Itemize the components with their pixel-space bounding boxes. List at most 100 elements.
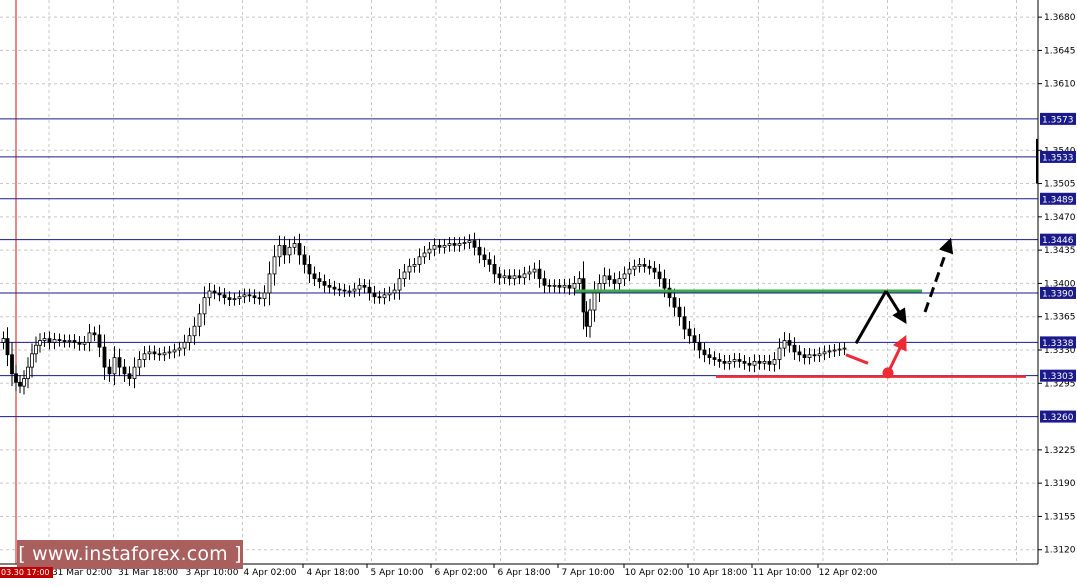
candle-body (727, 361, 732, 364)
candle-body (602, 275, 607, 284)
candle-body (522, 273, 527, 279)
candle-body (22, 378, 26, 387)
price-tick-label: 1.3680 (1044, 13, 1076, 23)
candle-body (427, 248, 432, 254)
price-tick-label: 1.3225 (1044, 446, 1076, 456)
candle-body (257, 297, 262, 300)
candle-body (507, 275, 512, 280)
candle-body (262, 292, 267, 300)
candle-body (652, 267, 657, 273)
candle-body (302, 254, 307, 265)
level-label: 1.3390 (1042, 289, 1074, 299)
candle-body (712, 357, 717, 360)
candle-body (512, 275, 517, 280)
price-tick-label: 1.3505 (1044, 180, 1076, 190)
candle-body (192, 325, 197, 337)
candle-body (737, 359, 742, 362)
candle-body (18, 381, 22, 387)
candle-body (787, 340, 792, 346)
candle-body (822, 351, 827, 355)
candle-body (132, 366, 137, 379)
candle-body (567, 284, 572, 289)
price-tick-label: 1.3190 (1044, 479, 1076, 489)
candle-body (627, 268, 632, 275)
candle-body (607, 275, 612, 281)
candle-body (747, 362, 752, 366)
price-tick-label: 1.3120 (1044, 546, 1076, 556)
candle-body (92, 332, 97, 336)
instaforex-watermark: [ www.instaforex.com ] (17, 540, 243, 569)
candle-body (562, 284, 567, 288)
candle-body (827, 350, 832, 353)
horizontal-levels (0, 118, 1038, 418)
candle-body (207, 290, 212, 299)
candle-body (612, 279, 617, 284)
candle-body (347, 290, 352, 293)
candle-body (437, 244, 442, 248)
candle-body (162, 352, 167, 356)
candle-body (577, 278, 582, 284)
time-tick-label: 12 Apr 02:00 (819, 568, 878, 578)
candle-body (797, 351, 802, 356)
time-tick-label: 10 Apr 18:00 (689, 568, 748, 578)
candle-body (537, 268, 542, 280)
candle-body (237, 296, 242, 300)
candle-body (417, 256, 422, 265)
candle-body (622, 273, 627, 280)
candle-body (222, 294, 227, 299)
candle-body (10, 354, 14, 375)
candle-body (672, 297, 677, 308)
candle-body (642, 264, 647, 267)
candle-body (382, 294, 387, 299)
candle-body (657, 271, 662, 280)
candle-body (352, 288, 357, 292)
candle-body (287, 246, 292, 256)
candle-body (617, 278, 622, 284)
candle-body (581, 278, 586, 313)
candle-body (34, 344, 38, 355)
candle-body (77, 341, 82, 345)
candle-body (584, 311, 589, 327)
candle-body (167, 351, 172, 354)
candle-body (842, 347, 847, 350)
candle-body (247, 294, 252, 297)
candle-body (422, 252, 427, 258)
level-label: 1.3446 (1042, 236, 1074, 246)
candle-body (397, 278, 402, 291)
candle-body (117, 357, 122, 368)
candle-body (482, 254, 487, 261)
candle-body (147, 351, 152, 355)
candle-body (87, 332, 92, 343)
level-label: 1.3573 (1042, 115, 1074, 125)
candle-body (832, 349, 837, 352)
level-label: 1.3303 (1042, 372, 1074, 382)
candle-body (442, 244, 447, 248)
candle-body (588, 309, 592, 327)
time-tick-label: 4 Apr 18:00 (307, 568, 360, 578)
candle-body (372, 292, 377, 298)
candle-body (26, 366, 30, 379)
level-label: 1.3489 (1042, 195, 1074, 205)
candle-body (102, 346, 107, 368)
candle-body (97, 334, 102, 348)
candle-body (38, 340, 42, 346)
candle-body (757, 361, 762, 364)
candle-body (337, 288, 342, 291)
level-label: 1.3260 (1042, 413, 1074, 423)
candle-body (467, 240, 472, 243)
level-labels: 1.3573 1.3533 1.3489 1.3446 1.3390 1.3338 1.33… (1040, 112, 1076, 423)
candle-body (692, 335, 697, 343)
candle-body (452, 243, 457, 246)
candle-body (47, 338, 52, 343)
candle-body (42, 338, 47, 341)
candle-body (527, 271, 532, 275)
candle-body (152, 351, 157, 355)
candle-body (357, 284, 362, 290)
candle-body (492, 264, 497, 275)
candle-body (487, 259, 492, 265)
candle-body (5, 338, 10, 356)
candle-body (1, 338, 6, 343)
candle-body (312, 273, 317, 280)
candle-body (202, 297, 207, 315)
candle-body (802, 354, 807, 359)
